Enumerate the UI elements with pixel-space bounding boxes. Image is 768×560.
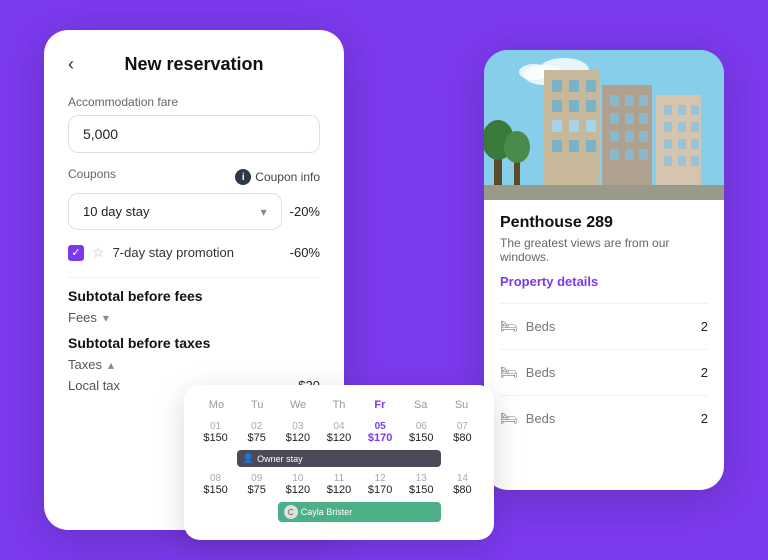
taxes-row[interactable]: Taxes ▴ bbox=[68, 357, 320, 372]
cal-cell-02[interactable]: 02 $75 bbox=[237, 419, 276, 446]
cayla-bar-row: C Cayla Brister bbox=[196, 502, 482, 522]
day-su: Su bbox=[441, 399, 482, 411]
cards-container: ‹ New reservation Accommodation fare 5,0… bbox=[44, 30, 724, 530]
accommodation-input[interactable]: 5,000 bbox=[68, 115, 320, 153]
bed-icon-1: 🛏 bbox=[500, 318, 518, 335]
cayla-label: Cayla Brister bbox=[301, 507, 353, 517]
beds-row-1: 🛏 Beds 2 bbox=[500, 312, 708, 341]
coupons-row: Coupons i Coupon info bbox=[68, 167, 320, 187]
day-th: Th bbox=[319, 399, 360, 411]
cal-cell-03[interactable]: 03 $120 bbox=[278, 419, 317, 446]
coupon-discount: -20% bbox=[290, 204, 320, 219]
chevron-down-icon: ▾ bbox=[261, 205, 267, 219]
calendar-week-2: 08 $150 09 $75 10 $120 11 $120 12 $170 1… bbox=[196, 471, 482, 498]
cal-cell-07[interactable]: 07 $80 bbox=[443, 419, 482, 446]
owner-stay-bar: 👤 Owner stay bbox=[237, 450, 441, 467]
day-fr: Fr bbox=[359, 399, 400, 411]
cal-cell-14[interactable]: 14 $80 bbox=[443, 471, 482, 498]
owner-stay-row: 👤 Owner stay bbox=[196, 450, 482, 467]
cal-cell-05[interactable]: 05 $170 bbox=[361, 419, 400, 446]
calendar-card: Mo Tu We Th Fr Sa Su 01 $150 02 $75 03 $… bbox=[184, 385, 494, 540]
cal-cell-13[interactable]: 13 $150 bbox=[402, 471, 441, 498]
beds-label-3: 🛏 Beds bbox=[500, 410, 555, 427]
property-image bbox=[484, 50, 724, 200]
divider-detail-3 bbox=[500, 395, 708, 396]
day-sa: Sa bbox=[400, 399, 441, 411]
beds-label-2: 🛏 Beds bbox=[500, 364, 555, 381]
cal-cell-06[interactable]: 06 $150 bbox=[402, 419, 441, 446]
fees-row[interactable]: Fees ▾ bbox=[68, 310, 320, 325]
cal-cell-01[interactable]: 01 $150 bbox=[196, 419, 235, 446]
cayla-avatar: C bbox=[284, 505, 298, 519]
cayla-bar: C Cayla Brister bbox=[278, 502, 441, 522]
cal-cell-10[interactable]: 10 $120 bbox=[278, 471, 317, 498]
owner-stay-icon: 👤 bbox=[243, 453, 254, 464]
cal-cell-09[interactable]: 09 $75 bbox=[237, 471, 276, 498]
owner-stay-label: Owner stay bbox=[257, 454, 303, 464]
card-header: ‹ New reservation bbox=[68, 54, 320, 75]
calendar-header: Mo Tu We Th Fr Sa Su bbox=[196, 399, 482, 411]
beds-value-2: 2 bbox=[701, 365, 708, 380]
info-icon: i bbox=[235, 169, 251, 185]
bed-icon-3: 🛏 bbox=[500, 410, 518, 427]
subtotal-before-fees: Subtotal before fees bbox=[68, 288, 320, 304]
property-name: Penthouse 289 bbox=[500, 214, 708, 232]
coupons-label: Coupons bbox=[68, 167, 116, 181]
taxes-label: Taxes bbox=[68, 357, 102, 372]
taxes-chevron-icon: ▴ bbox=[108, 358, 114, 372]
bed-icon-2: 🛏 bbox=[500, 364, 518, 381]
property-details-link[interactable]: Property details bbox=[500, 274, 708, 289]
promo-checkbox[interactable] bbox=[68, 245, 84, 261]
beds-label-1: 🛏 Beds bbox=[500, 318, 555, 335]
fees-chevron-icon: ▾ bbox=[103, 311, 109, 325]
promo-discount: -60% bbox=[290, 245, 320, 260]
fees-label: Fees bbox=[68, 310, 97, 325]
promo-row: ☆ 7-day stay promotion -60% bbox=[68, 244, 320, 261]
day-tu: Tu bbox=[237, 399, 278, 411]
star-icon: ☆ bbox=[92, 244, 105, 261]
beds-text-2: Beds bbox=[526, 365, 556, 380]
property-info: Penthouse 289 The greatest views are fro… bbox=[484, 200, 724, 447]
divider-detail-2 bbox=[500, 349, 708, 350]
calendar-week-1: 01 $150 02 $75 03 $120 04 $120 05 $170 0… bbox=[196, 419, 482, 446]
property-desc: The greatest views are from our windows. bbox=[500, 236, 708, 264]
building-svg bbox=[484, 50, 724, 200]
cal-cell-12[interactable]: 12 $170 bbox=[361, 471, 400, 498]
beds-row-2: 🛏 Beds 2 bbox=[500, 358, 708, 387]
coupon-select-row: 10 day stay ▾ -20% bbox=[68, 193, 320, 230]
accommodation-label: Accommodation fare bbox=[68, 95, 320, 109]
beds-text-3: Beds bbox=[526, 411, 556, 426]
beds-text-1: Beds bbox=[526, 319, 556, 334]
beds-row-3: 🛏 Beds 2 bbox=[500, 404, 708, 433]
cal-cell-04[interactable]: 04 $120 bbox=[319, 419, 358, 446]
cal-cell-08[interactable]: 08 $150 bbox=[196, 471, 235, 498]
back-button[interactable]: ‹ bbox=[68, 54, 74, 75]
beds-value-3: 2 bbox=[701, 411, 708, 426]
coupon-select[interactable]: 10 day stay ▾ bbox=[68, 193, 282, 230]
cal-cell-11[interactable]: 11 $120 bbox=[319, 471, 358, 498]
divider-detail bbox=[500, 303, 708, 304]
coupon-info-link[interactable]: i Coupon info bbox=[235, 169, 320, 185]
day-mo: Mo bbox=[196, 399, 237, 411]
local-tax-label: Local tax bbox=[68, 378, 120, 393]
page-title: New reservation bbox=[68, 54, 320, 75]
day-we: We bbox=[278, 399, 319, 411]
divider-1 bbox=[68, 277, 320, 278]
property-card: Penthouse 289 The greatest views are fro… bbox=[484, 50, 724, 490]
beds-value-1: 2 bbox=[701, 319, 708, 334]
coupon-option-text: 10 day stay bbox=[83, 204, 150, 219]
coupon-info-text: Coupon info bbox=[255, 170, 320, 184]
promo-label: 7-day stay promotion bbox=[113, 245, 282, 260]
subtotal-before-taxes: Subtotal before taxes bbox=[68, 335, 320, 351]
